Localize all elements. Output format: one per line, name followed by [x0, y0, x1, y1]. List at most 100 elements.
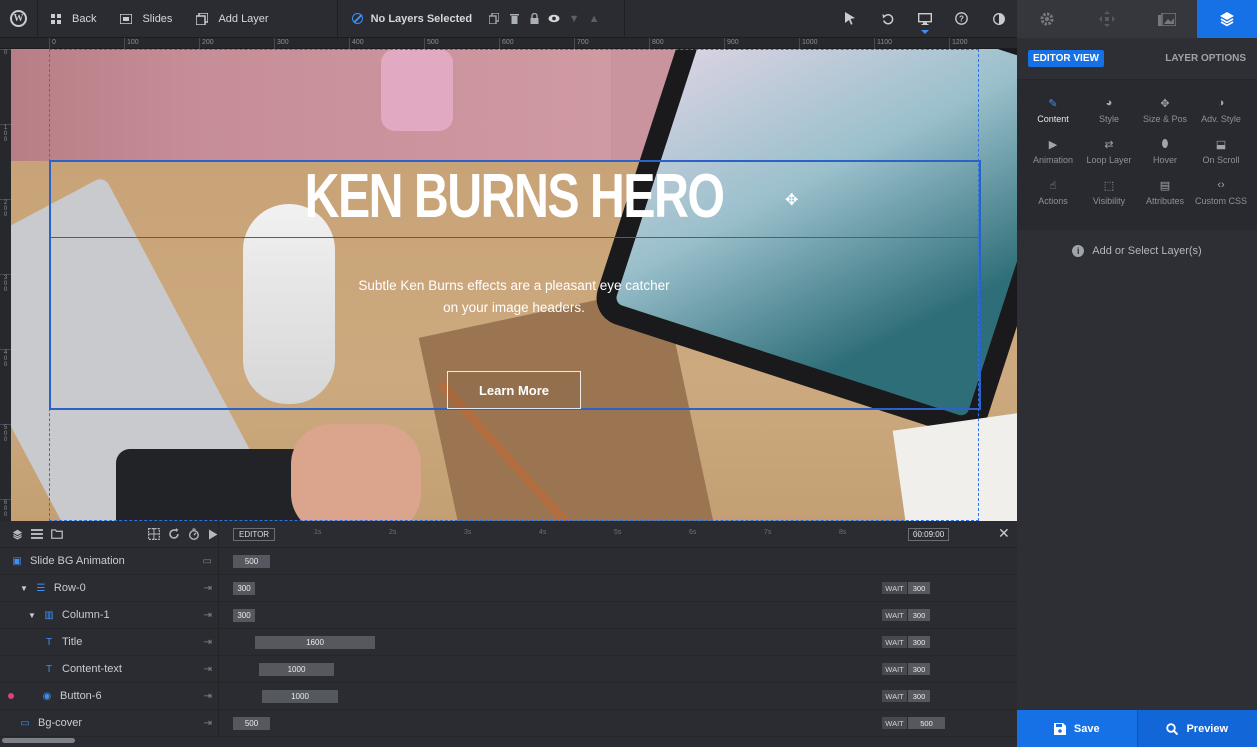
close-icon[interactable]: ✕ — [998, 525, 1010, 542]
timeline-track[interactable]: 1600 WAIT 300 — [219, 629, 1017, 655]
caret-down-icon[interactable]: ▼ — [28, 611, 36, 620]
end-icon[interactable]: ⇥ — [204, 664, 212, 675]
lock-icon[interactable] — [528, 13, 540, 25]
timeline-row[interactable]: ▼ ☰ Row-0 ⇥ 300 WAIT 300 — [0, 575, 1017, 602]
option-size-pos[interactable]: ✥ Size & Pos — [1137, 90, 1193, 131]
option-loop-layer[interactable]: ⇄ Loop Layer — [1081, 131, 1137, 172]
wait-label[interactable]: WAIT — [882, 636, 907, 648]
preview-button[interactable]: Preview — [1136, 710, 1257, 747]
wait-label[interactable]: WAIT — [882, 609, 907, 621]
timeline-track[interactable]: 300 WAIT 300 — [219, 575, 1017, 601]
slide-canvas[interactable]: KEN BURNS HERO ✥ Subtle Ken Burns effect… — [11, 49, 1017, 521]
end-icon[interactable]: ⇥ — [204, 691, 212, 702]
visibility-icon[interactable] — [548, 13, 560, 25]
delete-icon[interactable] — [508, 13, 520, 25]
timeline-track[interactable]: 300 WAIT 300 — [219, 602, 1017, 628]
wait-value[interactable]: 300 — [908, 690, 930, 702]
tab-slides-media[interactable] — [1137, 0, 1197, 38]
folder-icon[interactable] — [50, 529, 63, 539]
timeline-row[interactable]: ▣ Slide BG Animation ▭ 500 — [0, 548, 1017, 575]
move-down-icon[interactable]: ▼ — [568, 13, 580, 25]
option-custom-css[interactable]: ‹› Custom CSS — [1193, 172, 1249, 213]
wait-value[interactable]: 300 — [908, 663, 930, 675]
loop-icon[interactable] — [168, 528, 180, 540]
animation-bar[interactable]: 300 — [233, 609, 255, 622]
editor-view-button[interactable]: EDITOR VIEW — [1028, 50, 1104, 67]
option-hover[interactable]: ⬮ Hover — [1137, 131, 1193, 172]
layers-icon[interactable] — [12, 529, 23, 540]
wait-label[interactable]: WAIT — [882, 663, 907, 675]
option-attributes[interactable]: ▤ Attributes — [1137, 172, 1193, 213]
wait-value[interactable]: 500 — [908, 717, 945, 729]
animation-bar[interactable]: 500 — [233, 717, 270, 730]
timeline-track[interactable]: 1000 WAIT 300 — [219, 656, 1017, 682]
wait-value[interactable]: 300 — [908, 582, 930, 594]
option-animation[interactable]: ▶ Animation — [1025, 131, 1081, 172]
option-adv-style[interactable]: ◑ Adv. Style — [1193, 90, 1249, 131]
slides-button[interactable]: Slides — [108, 0, 184, 38]
option-on-scroll[interactable]: ⬓ On Scroll — [1193, 131, 1249, 172]
tab-layers[interactable] — [1197, 0, 1257, 38]
list-icon[interactable] — [30, 529, 43, 539]
layer-item[interactable]: ▣ Slide BG Animation ▭ — [0, 548, 219, 574]
layer-item[interactable]: ▼ ▥ Column-1 ⇥ — [0, 602, 219, 628]
option-actions[interactable]: ☝ Actions — [1025, 172, 1081, 213]
timeline-track[interactable]: 500 WAIT 500 — [219, 710, 1017, 736]
wait-value[interactable]: 300 — [908, 609, 930, 621]
timeline-row[interactable]: T Content-text ⇥ 1000 WAIT 300 — [0, 656, 1017, 683]
stopwatch-icon[interactable] — [188, 528, 200, 540]
save-button[interactable]: Save — [1017, 710, 1137, 747]
end-icon[interactable]: ⇥ — [204, 583, 212, 594]
layer-item[interactable]: ◉ Button-6 ⇥ — [0, 683, 219, 709]
option-label: Adv. Style — [1201, 114, 1241, 124]
hero-subtitle[interactable]: Subtle Ken Burns effects are a pleasant … — [314, 275, 714, 319]
layer-item[interactable]: ▭ Bg-cover ⇥ — [0, 710, 219, 736]
tab-settings[interactable] — [1017, 0, 1077, 38]
add-layer-button[interactable]: Add Layer — [184, 0, 280, 38]
layer-item[interactable]: T Content-text ⇥ — [0, 656, 219, 682]
animation-bar[interactable]: 300 — [233, 582, 255, 595]
theme-toggle-button[interactable] — [980, 0, 1017, 38]
end-icon[interactable]: ▭ — [203, 556, 212, 567]
tab-navigation[interactable] — [1077, 0, 1137, 38]
animation-bar[interactable]: 1600 — [255, 636, 375, 649]
play-icon[interactable] — [208, 529, 218, 540]
end-icon[interactable]: ⇥ — [204, 718, 212, 729]
option-content[interactable]: ✎ Content — [1025, 90, 1081, 131]
timeline-track[interactable]: 500 — [219, 548, 1017, 574]
option-visibility[interactable]: ⬚ Visibility — [1081, 172, 1137, 213]
wordpress-button[interactable]: W — [0, 0, 37, 38]
move-up-icon[interactable]: ▲ — [588, 13, 600, 25]
layer-item[interactable]: ▼ ☰ Row-0 ⇥ — [0, 575, 219, 601]
wait-label[interactable]: WAIT — [882, 582, 907, 594]
end-icon[interactable]: ⇥ — [204, 610, 212, 621]
undo-button[interactable] — [869, 0, 906, 38]
duplicate-icon[interactable] — [488, 13, 500, 25]
help-button[interactable]: ? — [943, 0, 980, 38]
option-style[interactable]: ◕ Style — [1081, 90, 1137, 131]
animation-bar[interactable]: 1000 — [262, 690, 338, 703]
editor-mode-button[interactable]: EDITOR — [233, 527, 276, 541]
end-icon[interactable]: ⇥ — [204, 637, 212, 648]
select-tool-button[interactable] — [832, 0, 869, 38]
timeline-row[interactable]: ▼ ▥ Column-1 ⇥ 300 WAIT 300 — [0, 602, 1017, 629]
ruler-tick: 500 — [0, 424, 11, 443]
timeline-row[interactable]: T Title ⇥ 1600 WAIT 300 — [0, 629, 1017, 656]
wait-value[interactable]: 300 — [908, 636, 930, 648]
wait-label[interactable]: WAIT — [882, 690, 907, 702]
caret-down-icon[interactable]: ▼ — [20, 584, 28, 593]
wait-label[interactable]: WAIT — [882, 717, 907, 729]
desktop-view-button[interactable] — [906, 0, 943, 38]
learn-more-button[interactable]: Learn More — [447, 371, 581, 409]
grid-snap-icon[interactable] — [148, 528, 161, 540]
animation-bar[interactable]: 1000 — [259, 663, 334, 676]
back-button[interactable]: Back — [38, 0, 108, 38]
layer-options-label[interactable]: LAYER OPTIONS — [1165, 53, 1246, 64]
timeline-row[interactable]: ▭ Bg-cover ⇥ 500 WAIT 500 — [0, 710, 1017, 737]
scrollbar-thumb[interactable] — [2, 738, 75, 743]
timeline-scrollbar[interactable] — [0, 736, 219, 747]
timeline-row[interactable]: ◉ Button-6 ⇥ 1000 WAIT 300 — [0, 683, 1017, 710]
animation-bar[interactable]: 500 — [233, 555, 270, 568]
timeline-track[interactable]: 1000 WAIT 300 — [219, 683, 1017, 709]
layer-item[interactable]: T Title ⇥ — [0, 629, 219, 655]
